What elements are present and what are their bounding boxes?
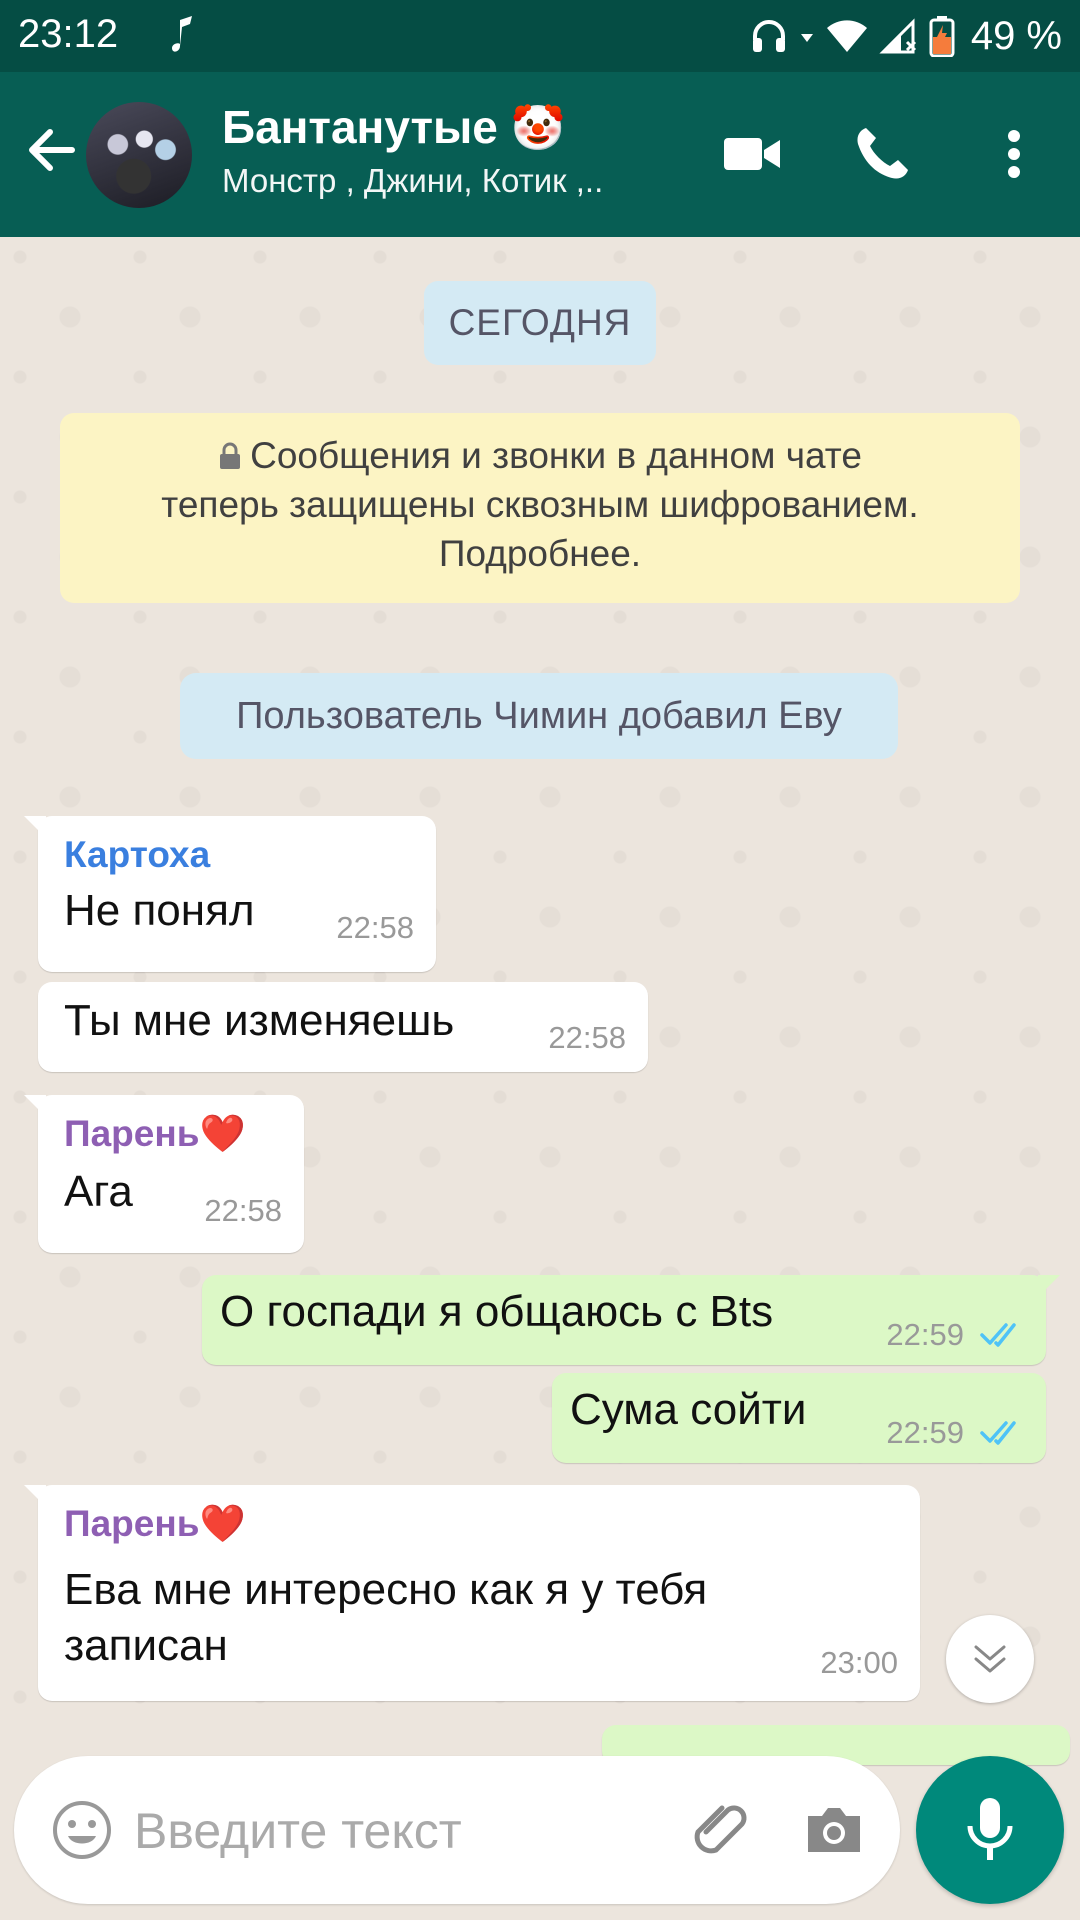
encryption-learn-more[interactable]: Подробнее. <box>60 529 1020 578</box>
scroll-to-bottom-button[interactable] <box>946 1615 1034 1703</box>
message-input-bar <box>14 1756 900 1904</box>
date-divider: СЕГОДНЯ <box>424 281 656 365</box>
voice-message-button[interactable] <box>916 1756 1064 1904</box>
chat-title: Бантанутые 🤡 <box>222 100 682 154</box>
message-time: 22:59 <box>886 1317 964 1352</box>
music-note-icon <box>172 16 192 52</box>
wifi-icon <box>826 20 867 52</box>
message-bubble-incoming[interactable]: Парень❤️ Ага 22:58 <box>24 1095 304 1253</box>
battery-percent: 49 % <box>970 13 1062 58</box>
message-text: Ага <box>64 1167 133 1216</box>
message-bubble-outgoing[interactable]: Сума сойти 22:59 <box>552 1373 1046 1463</box>
message-text: О госпади я общаюсь с Bts <box>220 1287 774 1336</box>
double-check-icon <box>980 1421 1016 1445</box>
message-text-line-1: Ева мне интересно как я у тебя <box>64 1565 708 1614</box>
bubble-tail <box>1038 1275 1060 1297</box>
encryption-text-1: Сообщения и звонки в данном чате <box>250 435 862 476</box>
mic-icon <box>967 1798 1013 1860</box>
chat-info[interactable]: Бантанутые 🤡 Монстр , Джини, Котик ,.. <box>222 100 682 200</box>
status-icons: 49 % <box>749 10 1062 62</box>
message-sender[interactable]: Парень❤️ <box>64 1113 246 1156</box>
battery-icon <box>929 16 955 57</box>
message-bubble-incoming[interactable]: Картоха Не понял 22:58 <box>24 816 436 972</box>
back-arrow-icon[interactable] <box>22 120 82 180</box>
system-message: Пользователь Чимин добавил Еву <box>180 673 898 759</box>
clown-emoji: 🤡 <box>510 104 566 153</box>
encryption-line-2: теперь защищены сквозным шифрованием. <box>161 484 919 525</box>
headphones-icon <box>752 20 785 52</box>
paperclip-icon[interactable] <box>686 1796 754 1864</box>
message-input[interactable] <box>132 1790 676 1872</box>
chevron-double-down-icon <box>974 1645 1006 1673</box>
phone-icon[interactable] <box>850 122 914 186</box>
bubble-tail <box>24 1095 46 1117</box>
bubble-tail <box>24 1485 46 1507</box>
double-check-icon <box>980 1323 1016 1347</box>
camera-icon[interactable] <box>802 1798 866 1862</box>
message-bubble-outgoing[interactable]: О госпади я общаюсь с Bts 22:59 <box>202 1275 1060 1365</box>
message-text: Не понял <box>64 886 255 935</box>
message-time: 23:00 <box>820 1645 898 1680</box>
chat-header: Бантанутые 🤡 Монстр , Джини, Котик ,.. <box>0 72 1080 237</box>
video-call-icon[interactable] <box>720 122 784 186</box>
message-bubble-incoming[interactable]: Ты мне изменяешь 22:58 <box>38 982 648 1072</box>
message-time: 22:58 <box>336 910 414 945</box>
chat-title-text: Бантанутые <box>222 101 498 153</box>
status-bar: 23:12 49 % <box>0 0 1080 72</box>
more-options-icon[interactable] <box>990 122 1038 186</box>
message-sender[interactable]: Парень❤️ <box>64 1503 246 1546</box>
status-time: 23:12 <box>18 12 119 56</box>
message-text-line-2: записан <box>64 1621 228 1670</box>
message-time: 22:58 <box>204 1193 282 1228</box>
message-time: 22:59 <box>886 1415 964 1450</box>
lock-icon <box>220 442 241 469</box>
bubble-tail <box>24 816 46 838</box>
message-text: Ты мне изменяешь <box>64 996 455 1045</box>
message-sender[interactable]: Картоха <box>64 834 210 876</box>
encryption-line-1: Сообщения и звонки в данном чате <box>60 431 1020 480</box>
emoji-icon[interactable] <box>50 1798 114 1862</box>
chat-participants: Монстр , Джини, Котик ,.. <box>222 162 604 199</box>
signal-dropdown-icon <box>800 34 813 42</box>
chat-area[interactable]: СЕГОДНЯ Сообщения и звонки в данном чате… <box>0 237 1080 1765</box>
message-bubble-incoming[interactable]: Парень❤️ Ева мне интересно как я у тебя … <box>24 1485 920 1701</box>
cell-signal-icon <box>879 18 916 54</box>
message-text: Сума сойти <box>570 1385 807 1434</box>
message-time: 22:58 <box>548 1020 626 1055</box>
group-avatar[interactable] <box>86 102 192 208</box>
encryption-notice[interactable]: Сообщения и звонки в данном чате теперь … <box>60 413 1020 603</box>
